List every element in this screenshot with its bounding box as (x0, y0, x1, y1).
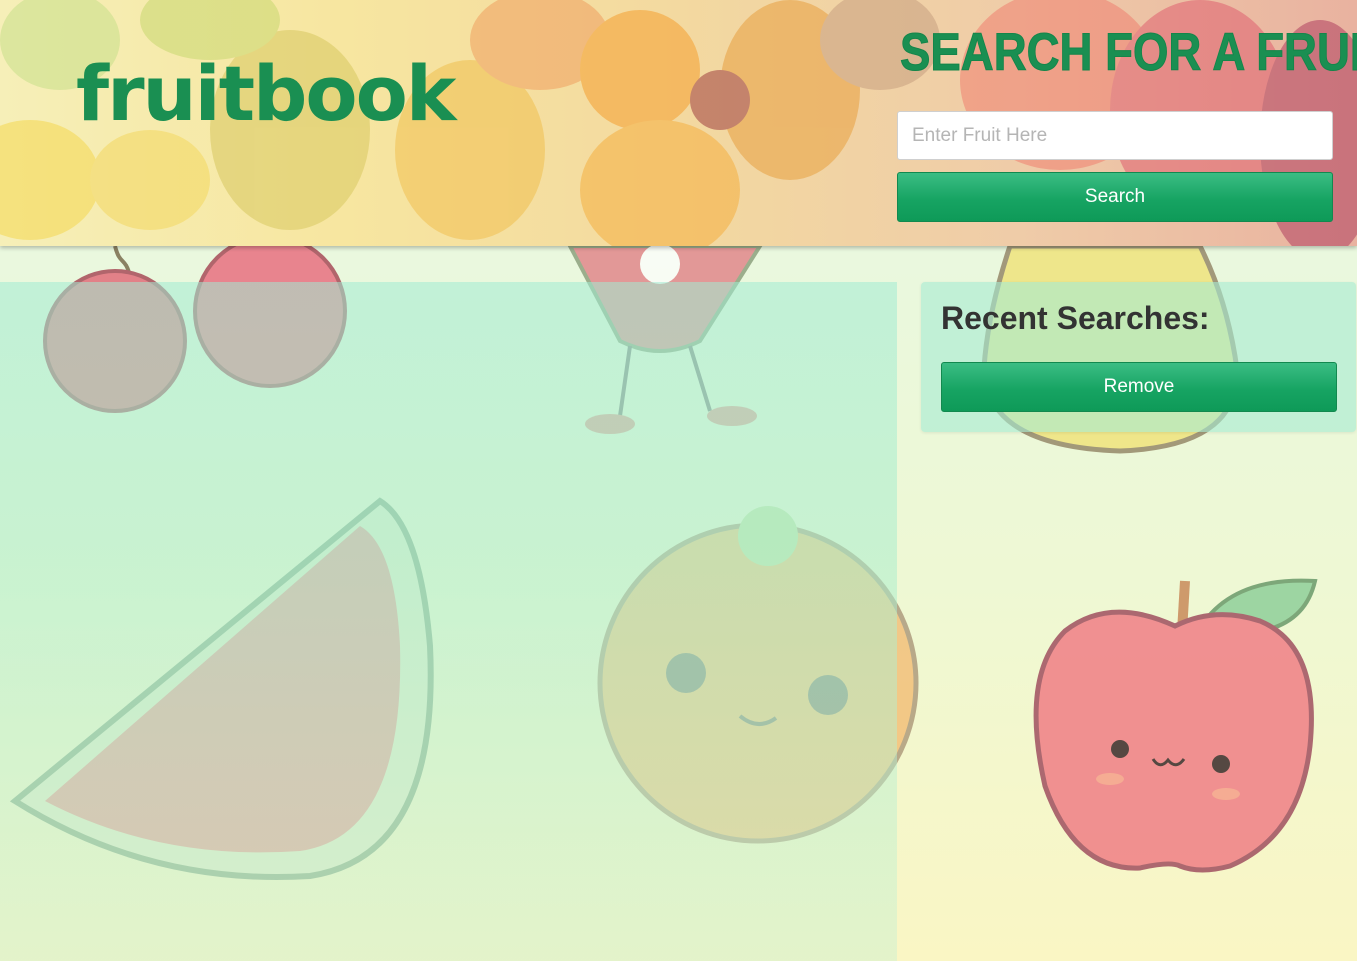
remove-button[interactable]: Remove (941, 362, 1337, 412)
header-banner: fruitbook SEARCH FOR A FRUIT Search (0, 0, 1357, 246)
search-button[interactable]: Search (897, 172, 1333, 222)
recent-searches-panel: Recent Searches: Remove (921, 282, 1356, 432)
apple-illustration (1033, 578, 1318, 873)
results-panel (0, 282, 897, 961)
search-heading: SEARCH FOR A FRUIT (900, 23, 1357, 82)
fruitbook-logo: fruitbook (76, 49, 456, 138)
fruit-search-input[interactable] (897, 111, 1333, 160)
recent-searches-title: Recent Searches: (941, 300, 1210, 336)
